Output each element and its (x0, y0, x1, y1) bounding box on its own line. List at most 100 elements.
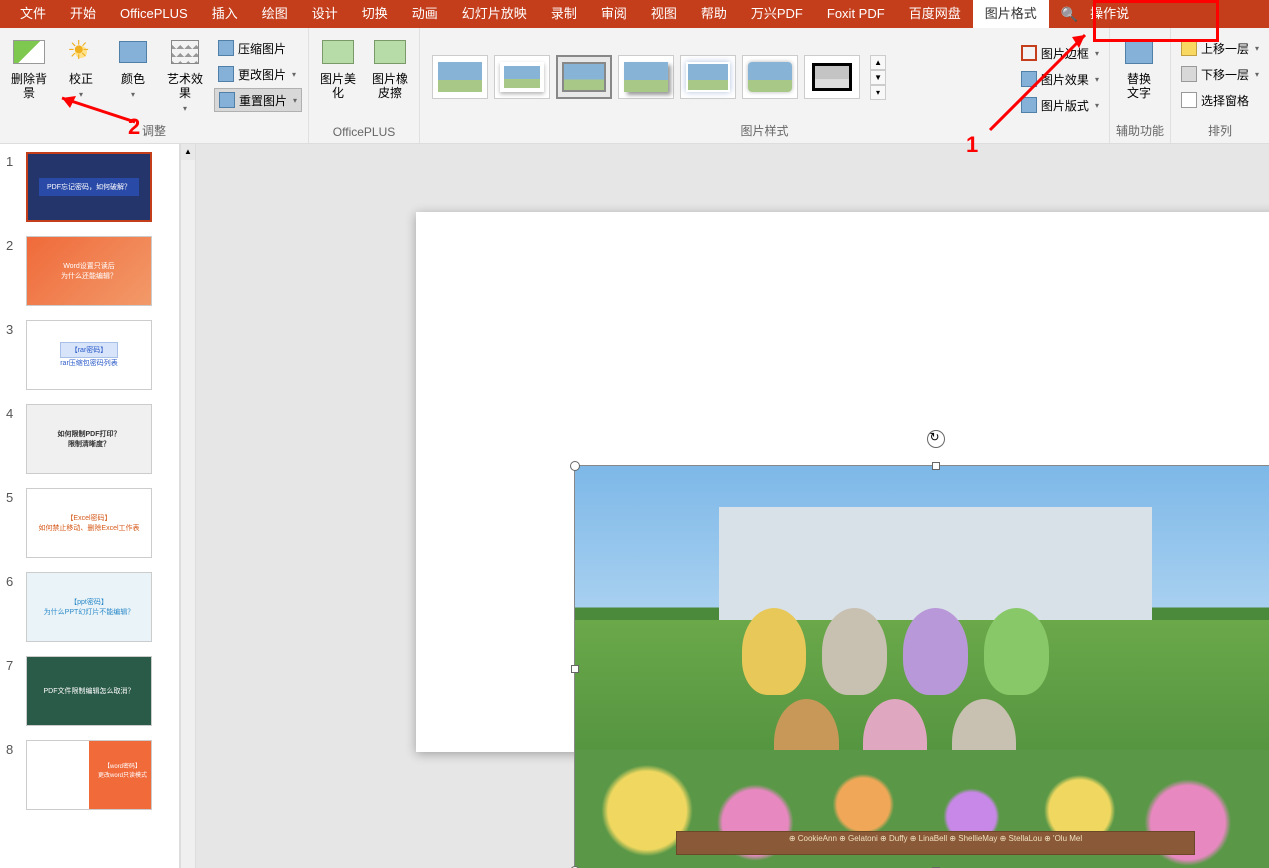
group-label-styles: 图片样式 (426, 122, 1103, 141)
thumb-number: 7 (6, 656, 26, 673)
alt-text-button[interactable]: 替换文字 (1116, 32, 1162, 100)
group-label-access: 辅助功能 (1116, 122, 1164, 141)
tab-view[interactable]: 视图 (639, 0, 689, 28)
group-label-adjust: 调整 (6, 122, 302, 141)
scroll-up-icon[interactable]: ▲ (181, 144, 195, 160)
border-icon (1021, 45, 1037, 61)
thumbnail-4[interactable]: 如何限制PDF打印？限制清晰度？ (26, 404, 152, 474)
corrections-button[interactable]: 校正▾ (58, 32, 104, 102)
thumbnail-row[interactable]: 3 【rar密码】rar压缩包密码列表 (0, 316, 179, 400)
chevron-down-icon: ▾ (1255, 44, 1259, 53)
change-picture-button[interactable]: 更改图片▾ (214, 62, 302, 86)
artistic-icon (171, 40, 199, 64)
chevron-down-icon: ▾ (1095, 75, 1099, 84)
thumb-number: 8 (6, 740, 26, 757)
tab-home[interactable]: 开始 (58, 0, 108, 28)
workspace: 1 PDF忘记密码，如何破解？ 2 Word设置只读后为什么还能编辑？ 3 【r… (0, 144, 1269, 868)
thumbnail-row[interactable]: 6 【ppt密码】为什么PPT幻灯片不能编辑？ (0, 568, 179, 652)
picture-eraser-button[interactable]: 图片橡皮擦 (367, 32, 413, 100)
tab-help[interactable]: 帮助 (689, 0, 739, 28)
thumbnail-row[interactable]: 1 PDF忘记密码，如何破解？ (0, 148, 179, 232)
thumb-number: 3 (6, 320, 26, 337)
beautify-icon (322, 40, 354, 64)
style-item-6[interactable] (742, 55, 798, 99)
thumbnail-3[interactable]: 【rar密码】rar压缩包密码列表 (26, 320, 152, 390)
tab-foxit-pdf[interactable]: Foxit PDF (815, 0, 897, 28)
reset-picture-icon (219, 92, 235, 108)
tab-slideshow[interactable]: 幻灯片放映 (450, 0, 539, 28)
alt-text-icon (1125, 40, 1153, 64)
send-backward-button[interactable]: 下移一层▾ (1177, 62, 1263, 86)
thumbnail-1[interactable]: PDF忘记密码，如何破解？ (26, 152, 152, 222)
search-icon[interactable]: 🔍 (1061, 6, 1078, 23)
tab-record[interactable]: 录制 (539, 0, 589, 28)
color-button[interactable]: 颜色▾ (110, 32, 156, 102)
tab-wanxing-pdf[interactable]: 万兴PDF (739, 0, 815, 28)
style-item-2[interactable] (494, 55, 550, 99)
resize-handle-nw[interactable] (570, 461, 580, 471)
selection-pane-button[interactable]: 选择窗格 (1177, 88, 1263, 112)
resize-handle-n[interactable] (932, 462, 940, 470)
thumbnail-row[interactable]: 2 Word设置只读后为什么还能编辑？ (0, 232, 179, 316)
artistic-effects-button[interactable]: 艺术效果▾ (162, 32, 208, 116)
picture-effects-button[interactable]: 图片效果▾ (1017, 67, 1103, 91)
send-backward-icon (1181, 66, 1197, 82)
selected-picture[interactable]: ⊕ CookieAnn ⊕ Gelatoni ⊕ Duffy ⊕ LinaBel… (575, 466, 1269, 868)
thumbnails-scrollbar[interactable]: ▲ (180, 144, 196, 868)
thumbnail-7[interactable]: PDF文件限制编辑怎么取消？ (26, 656, 152, 726)
tab-draw[interactable]: 绘图 (250, 0, 300, 28)
group-arrange: 上移一层▾ 下移一层▾ 选择窗格 排列 (1171, 28, 1269, 143)
chevron-down-icon: ▾ (1095, 49, 1099, 58)
gallery-scroll-down[interactable]: ▼ (870, 70, 886, 85)
gallery-scroller: ▲ ▼ ▾ (870, 55, 886, 100)
tab-animations[interactable]: 动画 (400, 0, 450, 28)
thumb-number: 4 (6, 404, 26, 421)
tab-insert[interactable]: 插入 (200, 0, 250, 28)
tab-review[interactable]: 审阅 (589, 0, 639, 28)
thumbnail-8[interactable]: 【word密码】更改word只读模式 (26, 740, 152, 810)
compress-icon (218, 40, 234, 56)
tab-file[interactable]: 文件 (8, 0, 58, 28)
tab-transitions[interactable]: 切换 (350, 0, 400, 28)
thumb-number: 1 (6, 152, 26, 169)
gallery-scroll-up[interactable]: ▲ (870, 55, 886, 70)
gallery-more[interactable]: ▾ (870, 85, 886, 100)
picture-border-button[interactable]: 图片边框▾ (1017, 41, 1103, 65)
thumbnail-row[interactable]: 8 【word密码】更改word只读模式 (0, 736, 179, 820)
eraser-icon (374, 40, 406, 64)
tab-officeplus[interactable]: OfficePLUS (108, 0, 200, 28)
annotation-number-2: 2 (128, 114, 140, 140)
group-adjust: 删除背景 校正▾ 颜色▾ 艺术效果▾ 压缩图片 (0, 28, 309, 143)
thumbnail-2[interactable]: Word设置只读后为什么还能编辑？ (26, 236, 152, 306)
annotation-box-1 (1093, 0, 1219, 42)
picture-layout-button[interactable]: 图片版式▾ (1017, 93, 1103, 117)
remove-background-button[interactable]: 删除背景 (6, 32, 52, 100)
picture-styles-gallery: ▲ ▼ ▾ (426, 49, 892, 106)
tab-design[interactable]: 设计 (300, 0, 350, 28)
style-item-3[interactable] (556, 55, 612, 99)
thumbnail-row[interactable]: 7 PDF文件限制编辑怎么取消？ (0, 652, 179, 736)
ribbon: 删除背景 校正▾ 颜色▾ 艺术效果▾ 压缩图片 (0, 28, 1269, 144)
picture-beautify-button[interactable]: 图片美化 (315, 32, 361, 100)
slide-canvas[interactable]: ⊕ CookieAnn ⊕ Gelatoni ⊕ Duffy ⊕ LinaBel… (196, 144, 1269, 868)
thumb-number: 2 (6, 236, 26, 253)
thumbnail-6[interactable]: 【ppt密码】为什么PPT幻灯片不能编辑？ (26, 572, 152, 642)
tab-picture-format[interactable]: 图片格式 (973, 0, 1049, 28)
compress-picture-button[interactable]: 压缩图片 (214, 36, 302, 60)
tab-baidu-netdisk[interactable]: 百度网盘 (897, 0, 973, 28)
tab-bar: 文件 开始 OfficePLUS 插入 绘图 设计 切换 动画 幻灯片放映 录制… (0, 0, 1269, 28)
style-item-5[interactable] (680, 55, 736, 99)
thumb-number: 5 (6, 488, 26, 505)
reset-picture-button[interactable]: 重置图片▾ (214, 88, 302, 112)
resize-handle-w[interactable] (571, 665, 579, 673)
thumbnail-row[interactable]: 4 如何限制PDF打印？限制清晰度？ (0, 400, 179, 484)
chevron-down-icon: ▾ (293, 96, 297, 105)
chevron-down-icon: ▾ (79, 90, 83, 99)
thumbnail-5[interactable]: 【Excel密码】如何禁止移动、删除Excel工作表 (26, 488, 152, 558)
style-item-1[interactable] (432, 55, 488, 99)
thumbnail-row[interactable]: 5 【Excel密码】如何禁止移动、删除Excel工作表 (0, 484, 179, 568)
selection-border (574, 465, 1269, 868)
style-item-4[interactable] (618, 55, 674, 99)
style-item-7[interactable] (804, 55, 860, 99)
rotate-handle[interactable] (927, 430, 945, 448)
